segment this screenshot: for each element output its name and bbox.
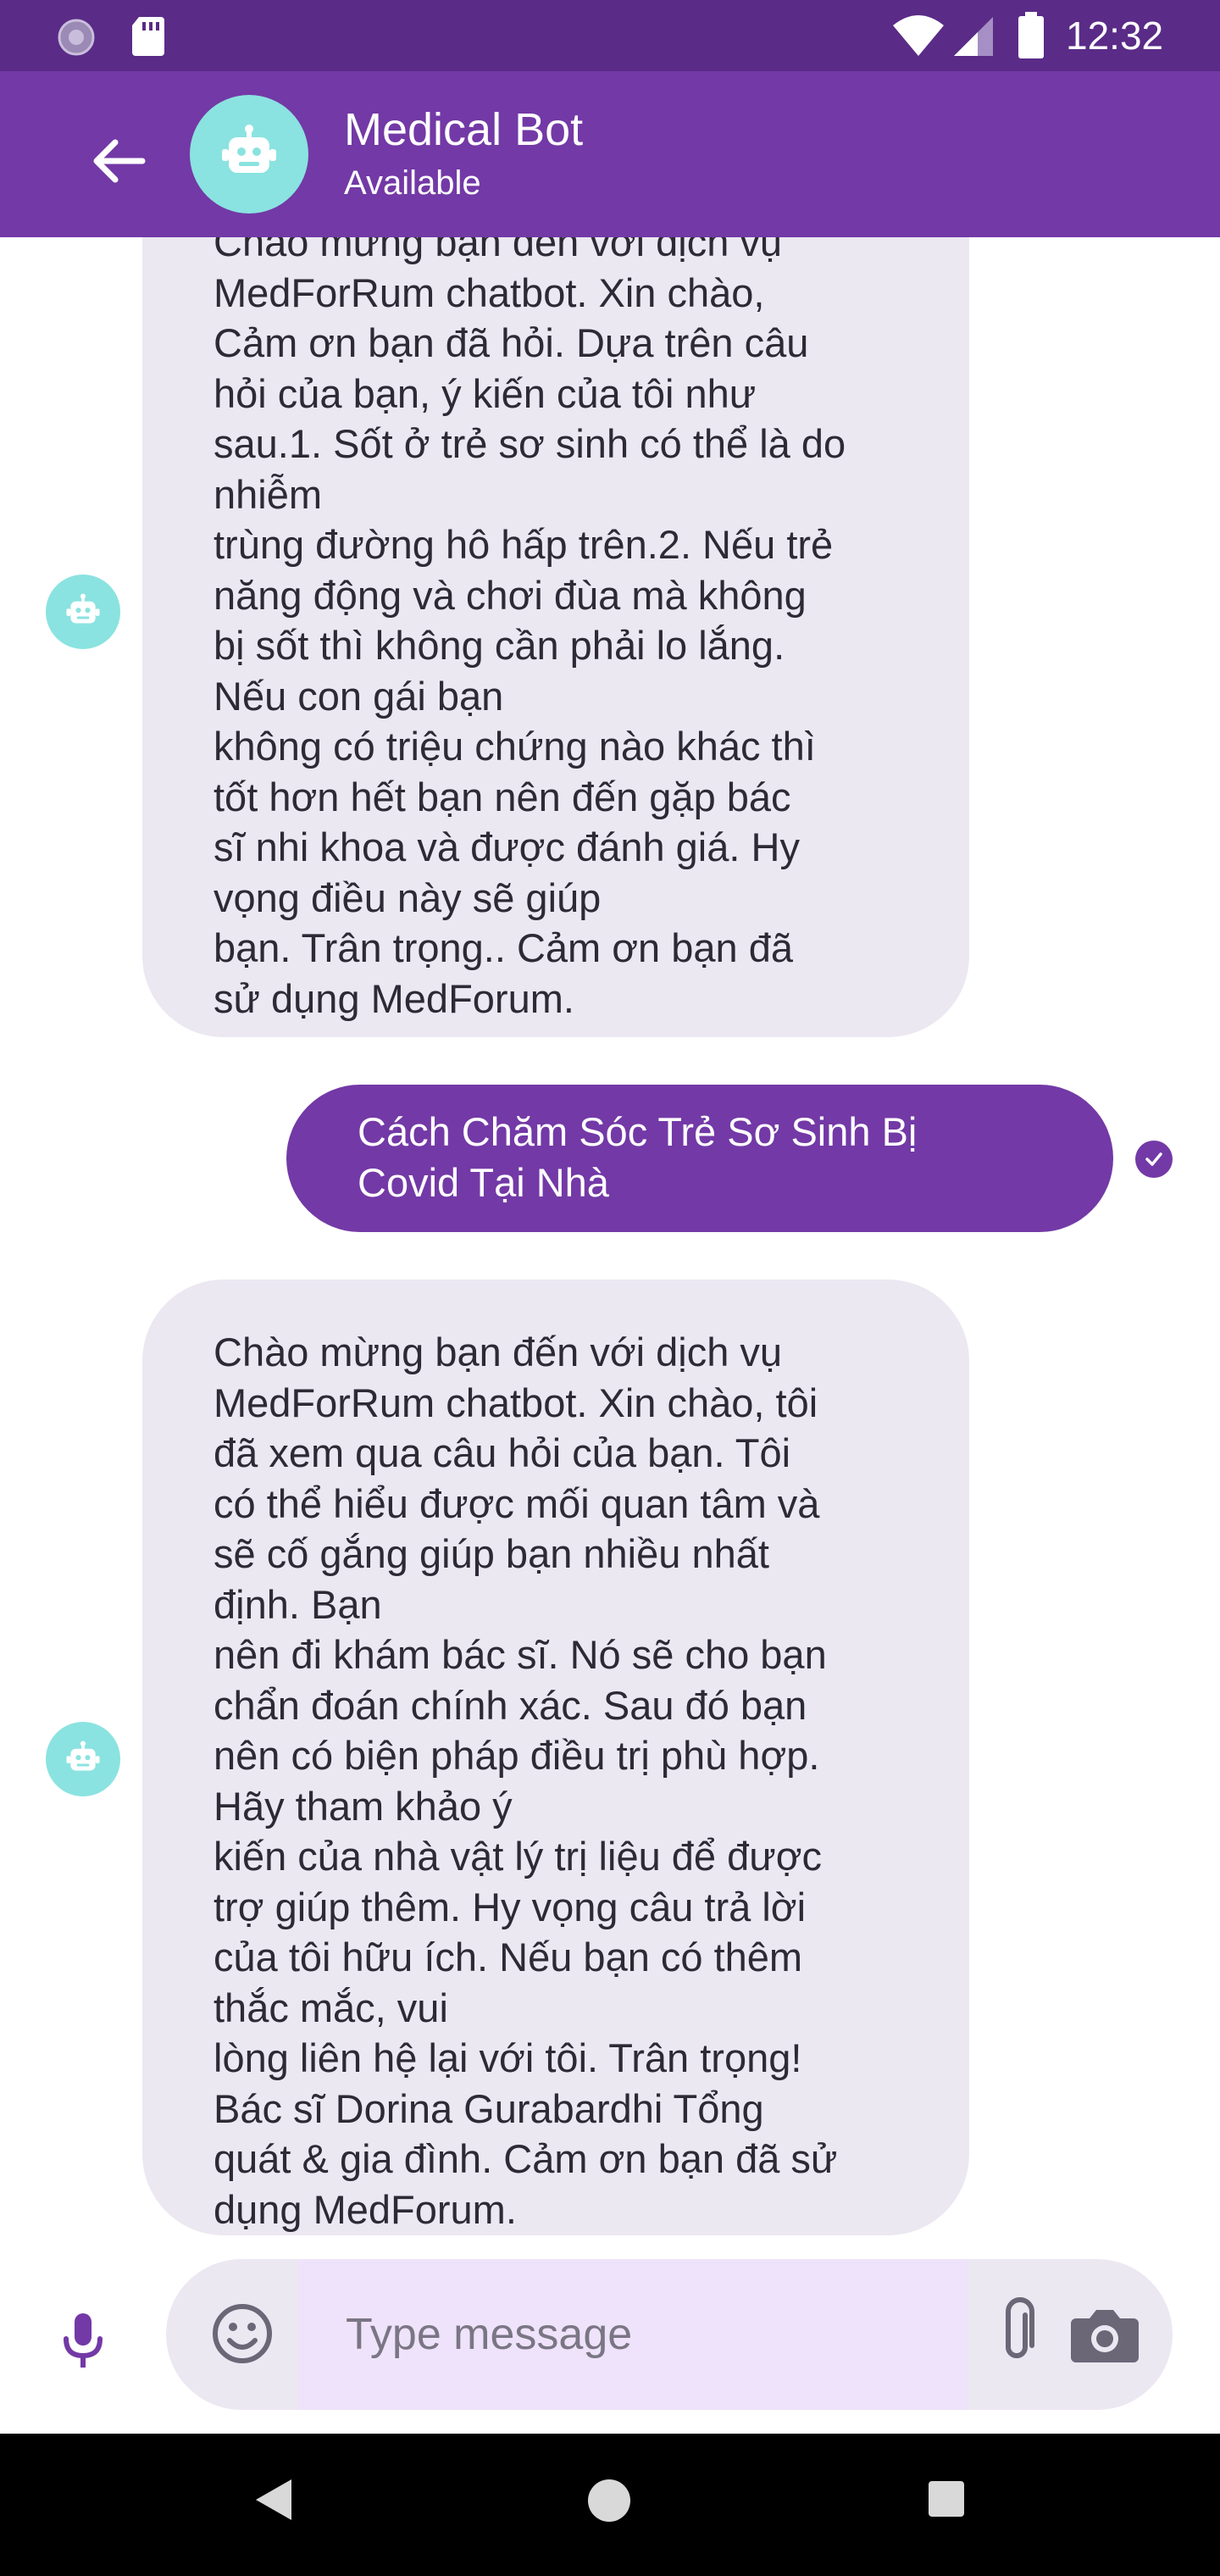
bot-avatar[interactable] (190, 95, 308, 214)
input-container (166, 2259, 1173, 2410)
chat-title: Medical Bot (344, 104, 584, 155)
nav-home-icon[interactable] (588, 2479, 630, 2522)
message-list[interactable]: Chào mừng bạn đến với dịch vụ MedForRum … (0, 237, 1220, 2235)
bot-message-bubble: Chào mừng bạn đến với dịch vụ MedForRum … (142, 1280, 969, 2235)
signal-icon (954, 17, 993, 56)
status-bar: 12:32 (0, 0, 1220, 71)
chat-header: Medical Bot Available (0, 71, 1220, 237)
nav-recents-icon[interactable] (929, 2481, 964, 2517)
nav-back-icon[interactable] (251, 2476, 295, 2523)
message-composer (0, 2235, 1220, 2434)
mic-icon[interactable] (47, 2305, 119, 2376)
robot-avatar-icon (222, 125, 276, 173)
robot-icon (66, 593, 100, 624)
sent-check-icon (1135, 1141, 1173, 1178)
system-nav-bar (0, 2434, 1220, 2576)
sd-card-icon (132, 17, 164, 56)
chat-status: Available (344, 164, 481, 202)
back-arrow-icon[interactable] (78, 120, 159, 202)
bot-message-avatar (46, 575, 120, 649)
bot-message-bubble: Chào mừng bạn đến với dịch vụ MedForRum … (142, 237, 969, 1037)
notification-icon (58, 19, 95, 56)
battery-icon (1018, 12, 1044, 58)
status-time: 12:32 (1066, 14, 1164, 58)
attach-icon[interactable] (976, 2293, 1057, 2374)
robot-icon (66, 1740, 100, 1771)
wifi-icon (893, 15, 944, 56)
user-message-bubble: Cách Chăm Sóc Trẻ Sơ Sinh Bị Covid Tại N… (286, 1085, 1113, 1232)
bot-message-avatar (46, 1722, 120, 1796)
camera-icon[interactable] (1064, 2296, 1145, 2373)
emoji-icon[interactable] (202, 2293, 283, 2374)
message-input[interactable] (298, 2259, 968, 2410)
